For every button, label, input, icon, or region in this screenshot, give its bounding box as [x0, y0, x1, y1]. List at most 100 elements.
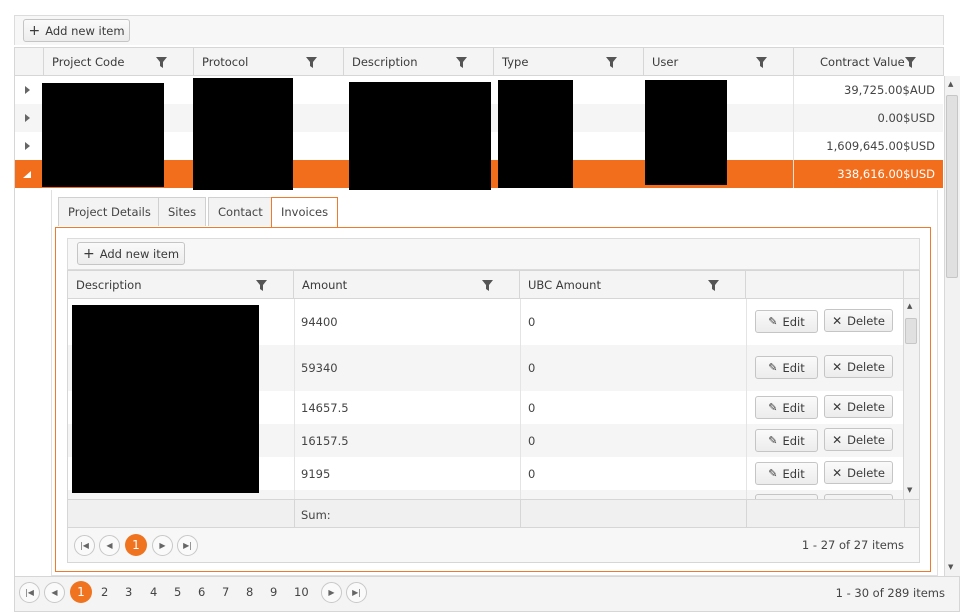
- delete-button[interactable]: ✕ Delete: [824, 461, 893, 484]
- add-invoice-button[interactable]: + Add new item: [77, 242, 185, 265]
- filter-icon[interactable]: [456, 57, 467, 68]
- pencil-icon: ✎: [768, 315, 778, 328]
- page-link[interactable]: 6: [198, 585, 205, 599]
- invoices-grid-header: Description Amount UBC Amount: [67, 270, 920, 299]
- ubc-amount-cell: 0: [528, 467, 536, 481]
- expand-arrow-icon[interactable]: [25, 86, 31, 94]
- first-page-icon[interactable]: |◀: [19, 582, 40, 603]
- grid-header: Project Code Protocol Description Type U…: [14, 47, 944, 76]
- page-link[interactable]: 9: [270, 585, 277, 599]
- scroll-up-arrow-icon[interactable]: ▲: [907, 302, 912, 310]
- amount-cell: 9195: [301, 467, 331, 481]
- page-link[interactable]: 2: [101, 585, 108, 599]
- filter-icon[interactable]: [756, 57, 767, 68]
- redacted-block: [498, 80, 573, 188]
- pencil-icon: ✎: [768, 434, 778, 447]
- current-page[interactable]: 1: [70, 581, 92, 603]
- current-page[interactable]: 1: [125, 534, 147, 556]
- next-page-icon[interactable]: ▶: [152, 535, 173, 556]
- tab-contact[interactable]: Contact: [208, 197, 273, 226]
- page-link[interactable]: 4: [150, 585, 157, 599]
- close-icon: ✕: [832, 399, 843, 414]
- pencil-icon: ✎: [768, 467, 778, 480]
- contract-value-cell: 39,725.00$AUD: [844, 83, 935, 97]
- pencil-icon: ✎: [768, 401, 778, 414]
- close-icon: ✕: [832, 359, 843, 374]
- filter-icon[interactable]: [905, 57, 916, 68]
- pager-info: 1 - 30 of 289 items: [835, 586, 945, 600]
- column-header-project-code[interactable]: Project Code: [44, 48, 194, 76]
- filter-icon[interactable]: [306, 57, 317, 68]
- amount-cell: 14657.5: [301, 401, 349, 415]
- pencil-icon: ✎: [768, 361, 778, 374]
- filter-icon[interactable]: [156, 57, 167, 68]
- edit-button[interactable]: ✎ Edit: [755, 462, 818, 485]
- prev-page-icon[interactable]: ◀: [99, 535, 120, 556]
- page-link[interactable]: 10: [294, 585, 309, 599]
- close-icon: ✕: [832, 465, 843, 480]
- page-link[interactable]: 5: [174, 585, 181, 599]
- add-invoice-label: Add new item: [99, 246, 180, 261]
- delete-button[interactable]: ✕ Delete: [824, 355, 893, 378]
- scroll-down-arrow-icon[interactable]: ▼: [948, 563, 953, 571]
- first-page-icon[interactable]: |◀: [74, 535, 95, 556]
- plus-icon: +: [82, 245, 95, 262]
- page-link[interactable]: 8: [246, 585, 253, 599]
- scroll-down-arrow-icon[interactable]: ▼: [907, 486, 912, 494]
- prev-page-icon[interactable]: ◀: [44, 582, 65, 603]
- close-icon: ✕: [832, 432, 843, 447]
- invoices-footer: [67, 499, 920, 528]
- ubc-amount-cell: 0: [528, 434, 536, 448]
- filter-icon[interactable]: [708, 280, 719, 291]
- tab-project-details[interactable]: Project Details: [58, 197, 161, 226]
- page-link[interactable]: 7: [222, 585, 229, 599]
- last-page-icon[interactable]: ▶|: [177, 535, 198, 556]
- expand-arrow-icon[interactable]: [25, 114, 31, 122]
- delete-button[interactable]: ✕ Delete: [824, 428, 893, 451]
- scroll-up-arrow-icon[interactable]: ▲: [948, 80, 953, 88]
- ubc-amount-cell: 0: [528, 401, 536, 415]
- column-header-actions: [746, 271, 904, 299]
- filter-icon[interactable]: [606, 57, 617, 68]
- ubc-amount-cell: 0: [528, 361, 536, 375]
- redacted-block: [349, 82, 491, 192]
- filter-icon[interactable]: [256, 280, 267, 291]
- last-page-icon[interactable]: ▶|: [346, 582, 367, 603]
- invoices-scrollbar-thumb[interactable]: [905, 318, 917, 344]
- column-divider: [294, 299, 295, 499]
- column-divider: [520, 299, 521, 499]
- add-new-item-button[interactable]: + Add new item: [23, 19, 130, 42]
- column-header-type[interactable]: Type: [494, 48, 644, 76]
- add-new-item-label: Add new item: [45, 23, 125, 38]
- top-toolbar: [14, 15, 944, 45]
- expand-header-cell: [15, 48, 44, 76]
- edit-button[interactable]: ✎ Edit: [755, 429, 818, 452]
- amount-cell: 16157.5: [301, 434, 349, 448]
- page-link[interactable]: 3: [125, 585, 132, 599]
- tab-sites[interactable]: Sites: [158, 197, 207, 226]
- column-header-contract-value[interactable]: Contract Value: [794, 48, 944, 76]
- edit-button[interactable]: ✎ Edit: [755, 396, 818, 419]
- column-divider: [746, 299, 747, 499]
- redacted-block: [42, 83, 164, 187]
- filter-icon[interactable]: [482, 280, 493, 291]
- contract-value-cell-selected: 338,616.00$USD: [837, 167, 935, 181]
- redacted-block: [645, 80, 727, 185]
- edit-button[interactable]: ✎ Edit: [755, 356, 818, 379]
- amount-cell: 94400: [301, 315, 338, 329]
- invoices-toolbar: [67, 238, 920, 270]
- expand-arrow-icon[interactable]: [25, 142, 31, 150]
- edit-button[interactable]: ✎ Edit: [755, 310, 818, 333]
- column-header-description[interactable]: Description: [344, 48, 494, 76]
- close-icon: ✕: [832, 313, 843, 328]
- column-header-user[interactable]: User: [644, 48, 794, 76]
- next-page-icon[interactable]: ▶: [321, 582, 342, 603]
- redacted-block: [72, 305, 259, 493]
- collapse-arrow-icon[interactable]: [23, 171, 31, 178]
- pager-info: 1 - 27 of 27 items: [801, 538, 904, 552]
- tab-invoices[interactable]: Invoices: [271, 197, 339, 228]
- delete-button[interactable]: ✕ Delete: [824, 309, 893, 332]
- main-scrollbar-thumb[interactable]: [946, 95, 958, 278]
- delete-button[interactable]: ✕ Delete: [824, 395, 893, 418]
- column-header-protocol[interactable]: Protocol: [194, 48, 344, 76]
